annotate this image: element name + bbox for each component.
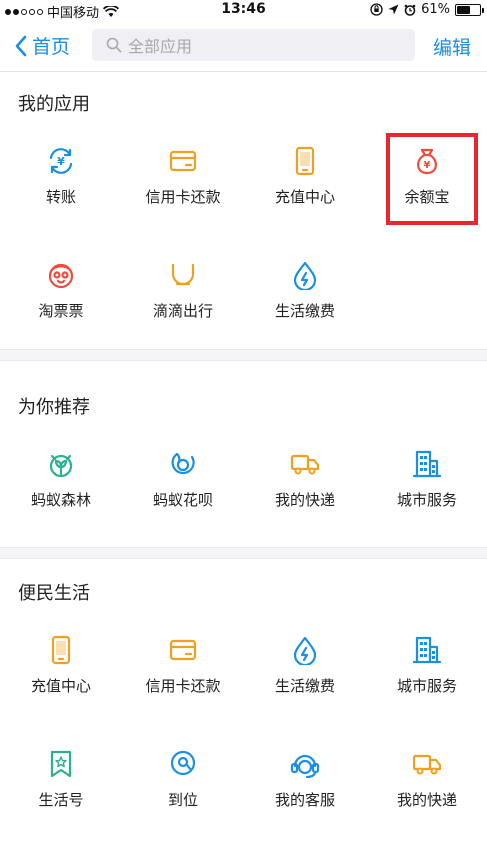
- section-title-life: 便民生活: [18, 583, 90, 604]
- search-icon: [106, 37, 122, 53]
- phone-topup-icon: [51, 635, 71, 665]
- app-label: 信用卡还款: [145, 188, 221, 206]
- app-tile[interactable]: 生活号: [0, 749, 122, 858]
- app-label: 淘票票: [38, 302, 84, 320]
- app-label: 我的快递: [396, 791, 457, 809]
- app-tile[interactable]: ¥ 转账: [0, 146, 122, 256]
- back-button[interactable]: 首页: [14, 32, 70, 59]
- section-title-my-apps: 我的应用: [18, 94, 90, 115]
- app-label: 蚂蚁花呗: [152, 491, 213, 509]
- chevron-left-icon: [15, 35, 27, 56]
- app-tile[interactable]: 到位: [122, 749, 244, 858]
- app-tile[interactable]: 信用卡还款: [122, 635, 244, 745]
- app-tile[interactable]: 充值中心: [0, 635, 122, 745]
- app-label: 生活缴费: [274, 302, 335, 320]
- app-tile[interactable]: 蚂蚁森林: [0, 449, 122, 559]
- app-tile[interactable]: 城市服务: [366, 449, 487, 559]
- huabei-icon: [171, 452, 195, 475]
- customer-service-icon: [290, 754, 320, 779]
- city-building-icon: [412, 450, 442, 478]
- nav-bar: 首页 全部应用 编辑: [0, 20, 487, 72]
- bookmark-star-icon: [50, 750, 72, 778]
- status-right: 61%: [370, 2, 484, 17]
- status-bar: 中国移动 13:46 61%: [0, 0, 487, 21]
- app-label: 城市服务: [396, 677, 457, 695]
- svg-text:¥: ¥: [57, 155, 65, 168]
- delivery-truck-icon: [412, 754, 442, 775]
- credit-card-icon: [169, 150, 197, 172]
- app-label: 转账: [45, 188, 76, 206]
- app-tile[interactable]: 我的快递: [244, 449, 366, 559]
- search-placeholder: 全部应用: [128, 37, 193, 56]
- didi-icon: [171, 263, 195, 286]
- phone-topup-icon: [295, 146, 315, 176]
- app-label: 蚂蚁森林: [30, 491, 91, 509]
- app-label: 充值中心: [30, 677, 91, 695]
- app-label: 生活缴费: [274, 677, 335, 695]
- battery-level-fill: [457, 5, 471, 14]
- utility-drop-icon: [293, 261, 317, 290]
- transfer-icon: ¥: [49, 148, 73, 174]
- delivery-truck-icon: [290, 454, 320, 475]
- utility-drop-icon: [293, 636, 317, 665]
- section-divider: [0, 349, 487, 361]
- app-tile[interactable]: 蚂蚁花呗: [122, 449, 244, 559]
- app-label: 我的快递: [274, 491, 335, 509]
- app-tile[interactable]: 生活缴费: [244, 635, 366, 745]
- ant-forest-icon: [49, 454, 73, 478]
- app-label: 充值中心: [274, 188, 335, 206]
- city-building-icon: [412, 636, 442, 664]
- alarm-icon: [404, 4, 416, 16]
- section-divider: [0, 547, 487, 559]
- section-title-recommend: 为你推荐: [18, 397, 90, 418]
- app-label: 我的客服: [274, 791, 335, 809]
- app-label: 到位: [167, 791, 198, 809]
- app-label: 滴滴出行: [152, 302, 213, 320]
- highlight-box: [386, 133, 478, 225]
- app-tile[interactable]: 充值中心: [244, 146, 366, 256]
- app-tile[interactable]: 我的客服: [244, 749, 366, 858]
- taopiaopiao-icon: [48, 263, 74, 289]
- location-arrow-icon: [388, 4, 399, 15]
- app-label: 城市服务: [396, 491, 457, 509]
- search-input[interactable]: 全部应用: [92, 29, 415, 61]
- battery-percent: 61%: [421, 2, 450, 17]
- back-label: 首页: [32, 36, 71, 58]
- location-pin-icon: [170, 750, 196, 776]
- battery-icon: [455, 3, 484, 16]
- credit-card-icon: [169, 639, 197, 661]
- app-tile[interactable]: 城市服务: [366, 635, 487, 745]
- orientation-lock-icon: [370, 3, 383, 16]
- app-tile[interactable]: 我的快递: [366, 749, 487, 858]
- app-label: 生活号: [38, 791, 84, 809]
- edit-button[interactable]: 编辑: [433, 33, 471, 60]
- app-tile[interactable]: 信用卡还款: [122, 146, 244, 256]
- app-label: 信用卡还款: [145, 677, 221, 695]
